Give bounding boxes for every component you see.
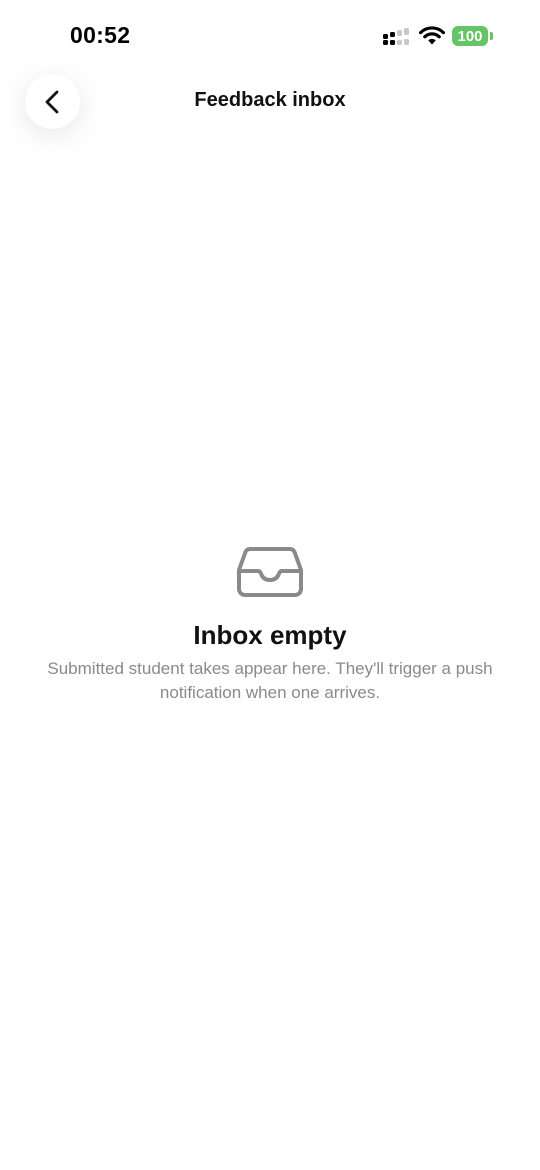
battery-level: 100 — [457, 27, 483, 45]
status-bar: 00:52 100 — [0, 0, 540, 72]
wifi-icon — [419, 26, 445, 45]
status-time: 00:52 — [70, 22, 131, 48]
inbox-tray-icon — [237, 547, 303, 597]
empty-state-title: Inbox empty — [193, 620, 347, 650]
empty-state: Inbox empty Submitted student takes appe… — [0, 544, 540, 705]
cellular-signal-icon — [383, 28, 409, 45]
battery-icon: 100 — [452, 26, 488, 46]
battery-tip — [490, 32, 493, 40]
empty-state-message: Submitted student takes appear here. The… — [47, 659, 493, 702]
page-title: Feedback inbox — [194, 89, 346, 111]
